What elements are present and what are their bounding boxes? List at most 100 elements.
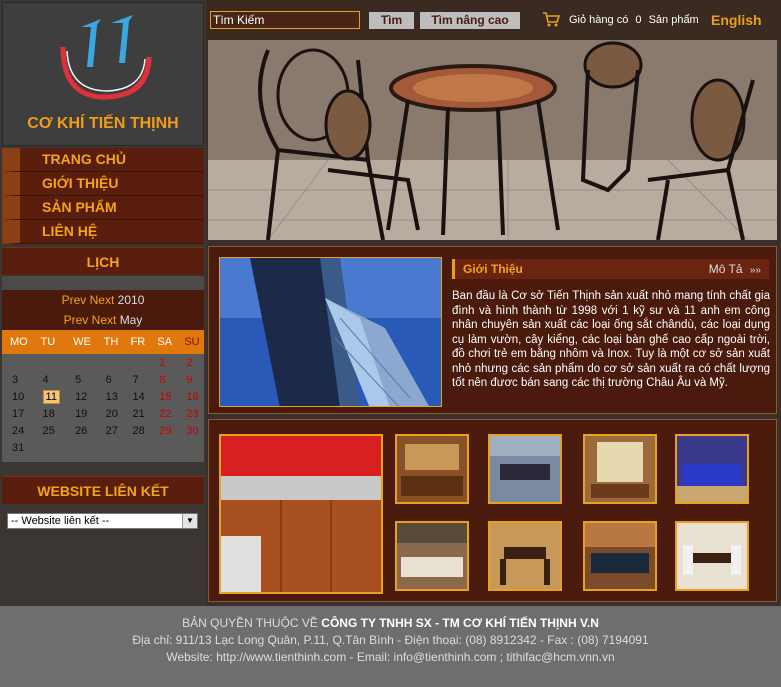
gallery-thumb-1[interactable] — [395, 434, 469, 504]
calendar-day[interactable]: 14 — [123, 388, 150, 405]
site-logo[interactable]: CƠ KHÍ TIẾN THỊNH — [2, 2, 204, 146]
calendar-grid: MO TU WE TH FR SA SU 1 2 3 4 5 6 7 8 9 10 11 12 13 14 15 16 17… — [2, 330, 204, 456]
footer-copyright: BẢN QUYỀN THUỘC VỀ CÔNG TY TNHH SX - TM … — [0, 615, 781, 632]
calendar-day — [2, 354, 33, 371]
cart-summary[interactable]: Giỏ hàng có 0 Sản phẩm — [569, 14, 699, 26]
banner-furniture-photo — [208, 40, 777, 240]
calendar-day[interactable]: 3 — [2, 371, 33, 388]
dropdown-arrow-icon[interactable]: ▼ — [182, 514, 197, 528]
calendar-day — [96, 354, 123, 371]
website-links-select[interactable]: -- Website liên kết -- ▼ — [7, 513, 198, 529]
calendar-day[interactable]: 16 — [176, 388, 204, 405]
calendar-weekday: WE — [65, 330, 96, 354]
intro-building-image — [219, 257, 442, 407]
calendar-weekday: FR — [122, 330, 150, 354]
calendar-day[interactable]: 5 — [65, 371, 96, 388]
cart-prefix: Giỏ hàng có — [569, 14, 629, 26]
calendar-month: May — [119, 313, 143, 327]
calendar-day[interactable]: 4 — [33, 371, 66, 388]
calendar-weekday: SA — [149, 330, 177, 354]
calendar-day[interactable]: 26 — [65, 422, 96, 439]
calendar-next-year-link[interactable]: Next — [90, 293, 115, 307]
calendar-day[interactable]: 21 — [123, 405, 150, 422]
calendar-year-nav: Prev Next 2010 — [2, 290, 204, 310]
product-gallery — [208, 419, 777, 602]
left-column: CƠ KHÍ TIẾN THỊNH TRANG CHỦ GIỚI THIỆU S… — [0, 0, 206, 606]
calendar-day[interactable]: 23 — [176, 405, 204, 422]
calendar-next-month-link[interactable]: Next — [92, 313, 117, 327]
calendar: Prev Next 2010 Prev Next May MO TU WE TH FR S… — [2, 276, 204, 462]
calendar-day[interactable]: 10 — [2, 388, 33, 405]
calendar-day[interactable]: 6 — [96, 371, 123, 388]
gallery-thumb-8[interactable] — [675, 521, 749, 591]
cart-icon[interactable] — [542, 10, 560, 28]
language-switch[interactable]: English — [711, 12, 762, 28]
calendar-day[interactable]: 19 — [65, 405, 96, 422]
calendar-year: 2010 — [117, 293, 145, 307]
calendar-day[interactable]: 13 — [96, 388, 123, 405]
links-title: WEBSITE LIÊN KẾT — [2, 476, 204, 504]
calendar-week: 12 — [2, 354, 204, 371]
calendar-day[interactable]: 24 — [2, 422, 33, 439]
calendar-weekday: SU — [176, 330, 204, 354]
calendar-day[interactable]: 15 — [149, 388, 176, 405]
gallery-featured-image[interactable] — [219, 434, 383, 594]
calendar-day[interactable]: 1 — [149, 354, 176, 371]
intro-panel: Giới Thiệu Mô Tả »» Ban đầu là Cơ sở Tiế… — [208, 246, 777, 414]
website-links-selected: -- Website liên kết -- — [11, 515, 110, 527]
banner-image — [208, 40, 777, 240]
gallery-thumb-5[interactable] — [395, 521, 469, 591]
calendar-day[interactable]: 25 — [33, 422, 66, 439]
calendar-weekday: TU — [32, 330, 66, 354]
calendar-day[interactable]: 29 — [149, 422, 176, 439]
calendar-day[interactable]: 28 — [123, 422, 150, 439]
calendar-day[interactable]: 11 — [33, 388, 66, 405]
calendar-day — [123, 439, 150, 456]
calendar-week: 3456789 — [2, 371, 204, 388]
calendar-day[interactable]: 30 — [176, 422, 204, 439]
calendar-day[interactable]: 12 — [65, 388, 96, 405]
top-bar: Tìm Kiếm Tìm Tìm nâng cao Giỏ hàng có 0 … — [206, 0, 781, 40]
nav-item-contact[interactable]: LIÊN HỆ — [2, 220, 204, 244]
nav-item-products[interactable]: SẢN PHẨM — [2, 196, 204, 220]
calendar-day[interactable]: 31 — [2, 439, 33, 456]
calendar-weekday: MO — [2, 330, 33, 354]
calendar-week: 31 — [2, 439, 204, 456]
intro-more-label: Mô Tả — [708, 262, 743, 276]
intro-text: Ban đầu là Cơ sở Tiến Thịnh sản xuất nhỏ… — [452, 290, 770, 389]
main-nav: TRANG CHỦ GIỚI THIỆU SẢN PHẨM LIÊN HỆ — [2, 148, 204, 244]
footer-address: Địa chỉ: 911/13 Lạc Long Quân, P.11, Q.T… — [132, 633, 649, 647]
gallery-thumb-2[interactable] — [488, 434, 562, 504]
calendar-day[interactable]: 18 — [33, 405, 66, 422]
calendar-week: 24 25 26 27 28 29 30 — [2, 422, 204, 439]
calendar-day[interactable]: 20 — [96, 405, 123, 422]
calendar-band — [2, 276, 204, 290]
calendar-day[interactable]: 22 — [149, 405, 176, 422]
calendar-prev-year-link[interactable]: Prev — [62, 293, 87, 307]
gallery-thumb-6[interactable] — [488, 521, 562, 591]
calendar-day[interactable]: 27 — [96, 422, 123, 439]
calendar-weekday: TH — [95, 330, 123, 354]
gallery-thumb-3[interactable] — [583, 434, 657, 504]
intro-more-link[interactable]: Mô Tả »» — [709, 262, 761, 276]
calendar-day — [65, 439, 96, 456]
calendar-day[interactable]: 17 — [2, 405, 33, 422]
gallery-thumb-7[interactable] — [583, 521, 657, 591]
calendar-day[interactable]: 9 — [176, 371, 204, 388]
gallery-thumb-4[interactable] — [675, 434, 749, 504]
nav-item-about[interactable]: GIỚI THIỆU — [2, 172, 204, 196]
company-name: CÔNG TY TNHH SX - TM CƠ KHÍ TIẾN THỊNH V… — [321, 616, 599, 630]
calendar-day[interactable]: 8 — [149, 371, 176, 388]
calendar-week: 10 11 12 13 14 15 16 — [2, 388, 204, 405]
logo-emblem-icon — [60, 15, 152, 100]
calendar-day[interactable]: 7 — [123, 371, 150, 388]
nav-item-home[interactable]: TRANG CHỦ — [2, 148, 204, 172]
cart-suffix: Sản phẩm — [648, 14, 699, 26]
calendar-prev-month-link[interactable]: Prev — [64, 313, 89, 327]
calendar-today-marker[interactable]: 11 — [42, 389, 60, 404]
advanced-search-button[interactable]: Tìm nâng cao — [420, 12, 520, 29]
search-button[interactable]: Tìm — [369, 12, 414, 29]
calendar-day[interactable]: 2 — [176, 354, 204, 371]
calendar-day — [96, 439, 123, 456]
search-input[interactable]: Tìm Kiếm — [210, 11, 360, 29]
